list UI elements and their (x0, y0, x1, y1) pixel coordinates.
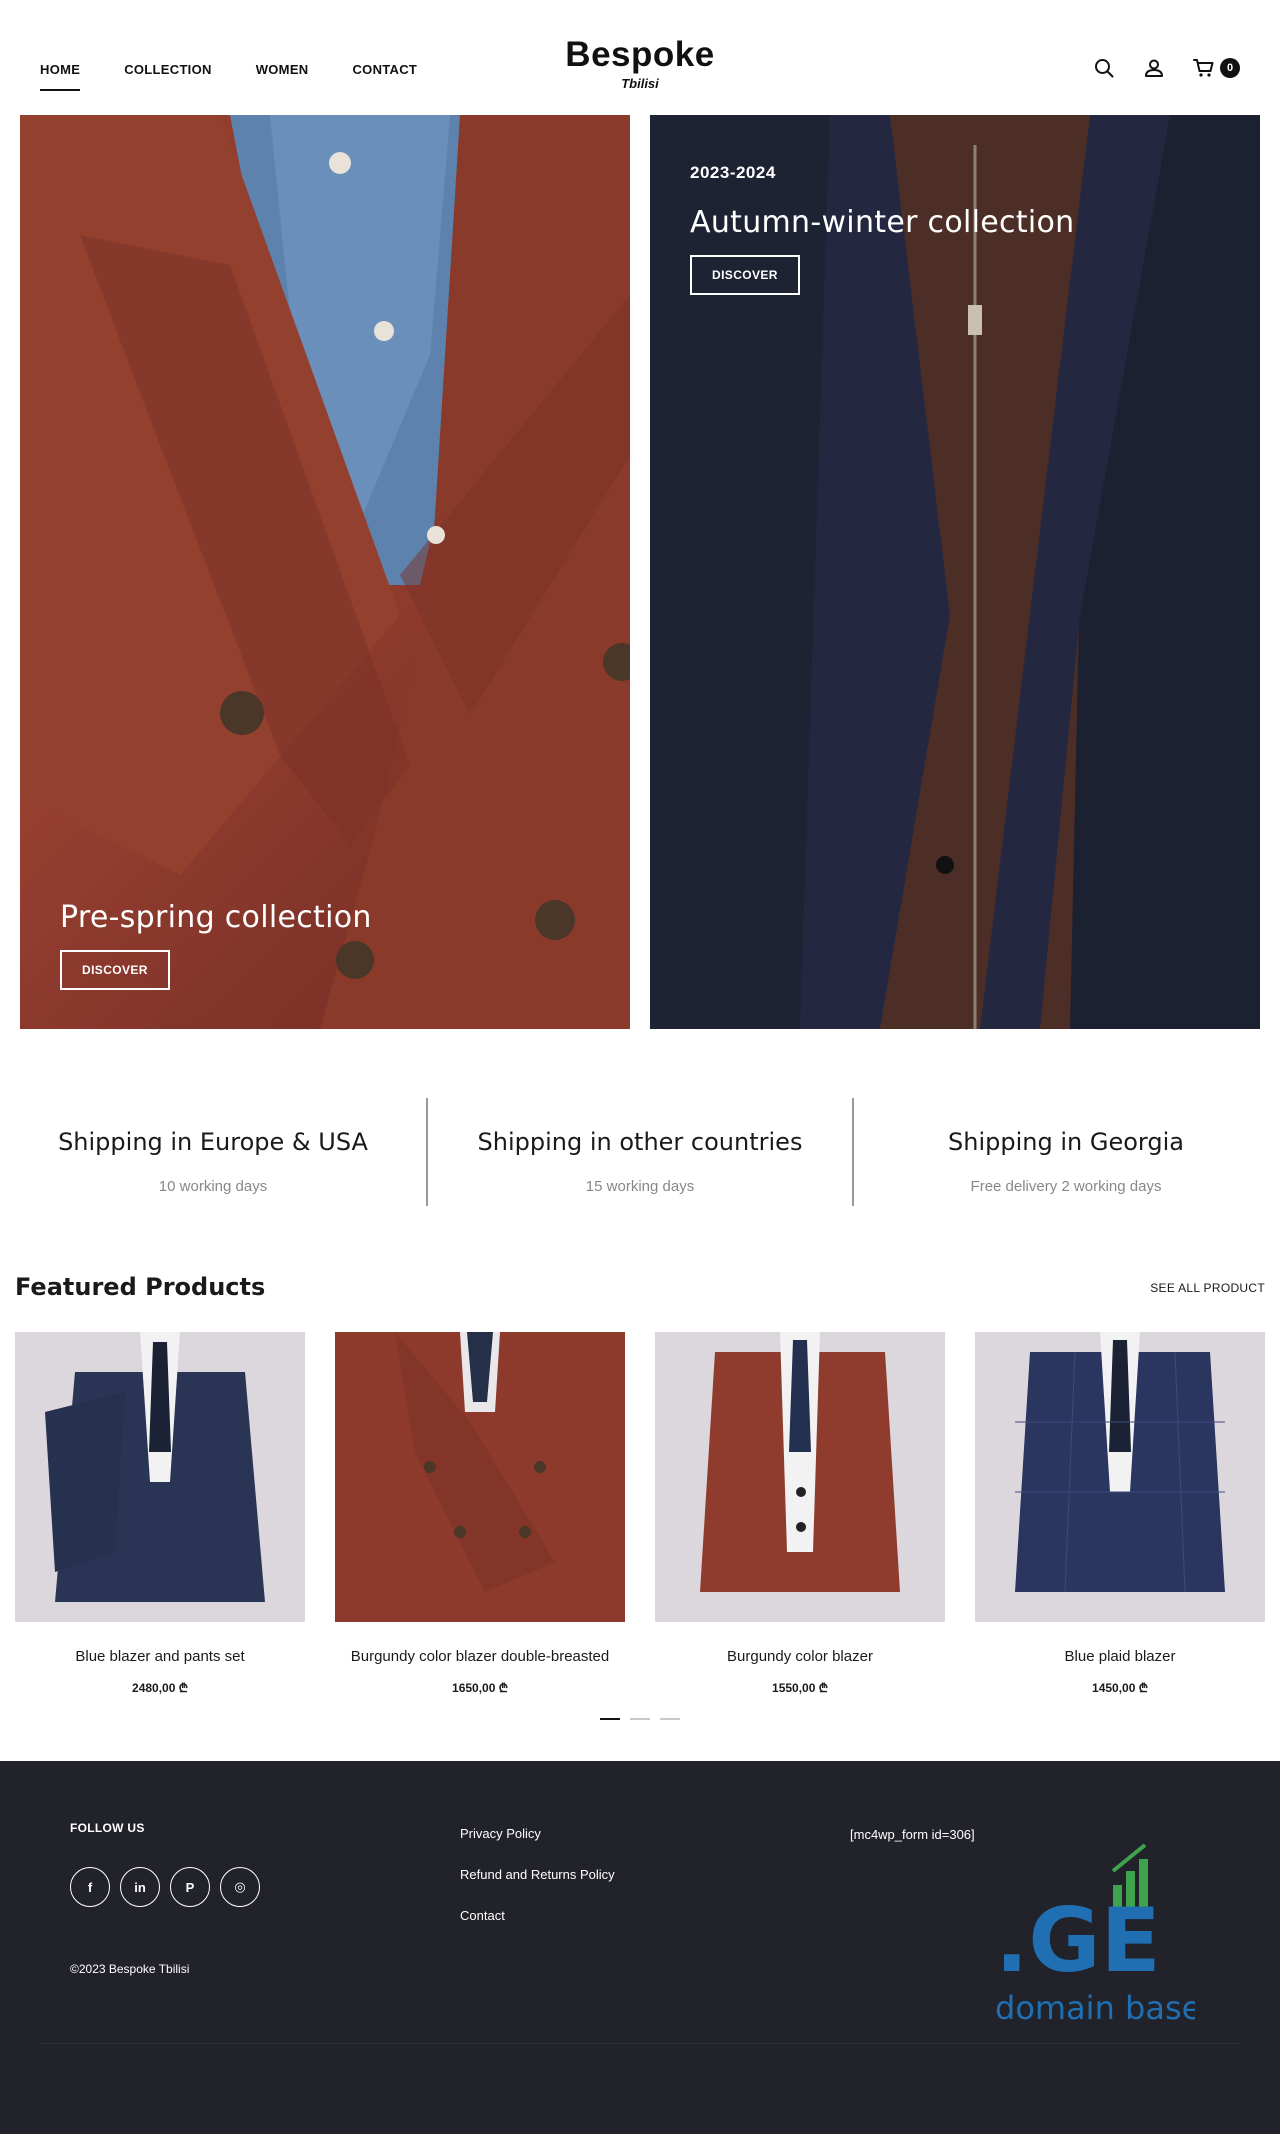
footer-divider (40, 2043, 1240, 2044)
product-name: Blue blazer and pants set (75, 1648, 245, 1665)
linkedin-icon[interactable]: in (120, 1867, 160, 1907)
footer-links: Privacy Policy Refund and Returns Policy… (460, 1827, 615, 1923)
instagram-icon[interactable]: ◎ (220, 1867, 260, 1907)
contact-link[interactable]: Contact (460, 1909, 615, 1923)
hero-right-kicker: 2023-2024 (690, 163, 776, 182)
site-logo[interactable]: Bespoke Tbilisi (0, 34, 1280, 91)
product-image[interactable] (335, 1332, 625, 1622)
see-all-products-link[interactable]: SEE ALL PRODUCT (1150, 1281, 1265, 1295)
shipping-georgia: Shipping in Georgia Free delivery 2 work… (852, 1098, 1278, 1206)
hero-right-discover-button[interactable]: DISCOVER (690, 255, 800, 295)
refund-policy-link[interactable]: Refund and Returns Policy (460, 1868, 615, 1882)
carousel-dot-2[interactable] (630, 1718, 650, 1720)
product-name: Burgundy color blazer (727, 1648, 873, 1665)
cart-count-badge: 0 (1220, 58, 1240, 78)
newsletter-form-shortcode: [mc4wp_form id=306] (850, 1827, 975, 1842)
shipping-europe-usa: Shipping in Europe & USA 10 working days (0, 1098, 426, 1206)
shipping-subtitle: 10 working days (158, 1178, 268, 1195)
product-name: Blue plaid blazer (1064, 1648, 1176, 1665)
brand-main-text: .GE (995, 1889, 1161, 1992)
featured-products-title: Featured Products (15, 1273, 266, 1301)
shipping-title: Shipping in Georgia (948, 1128, 1184, 1156)
brand-sub-text: domain base (995, 1989, 1195, 2027)
copyright-text: ©2023 Bespoke Tbilisi (70, 1962, 190, 1976)
shipping-other-countries: Shipping in other countries 15 working d… (426, 1098, 852, 1206)
cart-button[interactable]: 0 (1192, 56, 1240, 80)
header-actions: 0 (1092, 56, 1240, 80)
pinterest-icon[interactable]: P (170, 1867, 210, 1907)
hero-banner-autumn-winter[interactable]: 2023-2024 Autumn-winter collection DISCO… (650, 115, 1260, 1029)
site-header: HOME COLLECTION WOMEN CONTACT Bespoke Tb… (0, 0, 1280, 115)
facebook-icon[interactable]: f (70, 1867, 110, 1907)
user-icon[interactable] (1142, 56, 1166, 80)
product-price: 1650,00 ₾ (452, 1681, 508, 1695)
product-price: 1550,00 ₾ (772, 1681, 828, 1695)
hero-right-title: Autumn-winter collection (690, 205, 1075, 240)
social-links: f in P ◎ (70, 1867, 260, 1907)
hero-left-discover-button[interactable]: DISCOVER (60, 950, 170, 990)
logo-subtitle: Tbilisi (621, 76, 659, 91)
product-image[interactable] (975, 1332, 1265, 1622)
logo-title: Bespoke (565, 35, 715, 74)
hero-left-title: Pre-spring collection (60, 900, 372, 935)
product-price: 1450,00 ₾ (1092, 1681, 1148, 1695)
product-image[interactable] (15, 1332, 305, 1622)
hero-banner-pre-spring[interactable]: Pre-spring collection DISCOVER (20, 115, 630, 1029)
shipping-title: Shipping in Europe & USA (58, 1128, 368, 1156)
product-card[interactable]: Burgundy color blazer 1550,00 ₾ (655, 1332, 945, 1696)
product-carousel: Blue blazer and pants set 2480,00 ₾ Burg… (15, 1332, 1265, 1696)
carousel-pager (0, 1718, 1280, 1720)
product-price: 2480,00 ₾ (132, 1681, 188, 1695)
hero-coat-image (650, 115, 1260, 1029)
carousel-dot-1[interactable] (600, 1718, 620, 1720)
product-card[interactable]: Blue plaid blazer 1450,00 ₾ (975, 1332, 1265, 1696)
domain-base-logo[interactable]: .GE domain base (995, 1841, 1201, 2031)
product-card[interactable]: Burgundy color blazer double-breasted 16… (335, 1332, 625, 1696)
search-icon[interactable] (1092, 56, 1116, 80)
product-card[interactable]: Blue blazer and pants set 2480,00 ₾ (15, 1332, 305, 1696)
product-name: Burgundy color blazer double-breasted (350, 1648, 610, 1665)
carousel-dot-3[interactable] (660, 1718, 680, 1720)
hero-jacket-image (20, 115, 630, 1029)
shipping-subtitle: Free delivery 2 working days (970, 1178, 1162, 1195)
site-footer: FOLLOW US f in P ◎ ©2023 Bespoke Tbilisi… (0, 1761, 1280, 2134)
shipping-info: Shipping in Europe & USA 10 working days… (0, 1098, 1280, 1206)
cart-icon (1192, 56, 1216, 80)
product-image[interactable] (655, 1332, 945, 1622)
shipping-title: Shipping in other countries (477, 1128, 803, 1156)
privacy-policy-link[interactable]: Privacy Policy (460, 1827, 615, 1841)
follow-us-heading: FOLLOW US (70, 1821, 145, 1835)
shipping-subtitle: 15 working days (585, 1178, 695, 1195)
